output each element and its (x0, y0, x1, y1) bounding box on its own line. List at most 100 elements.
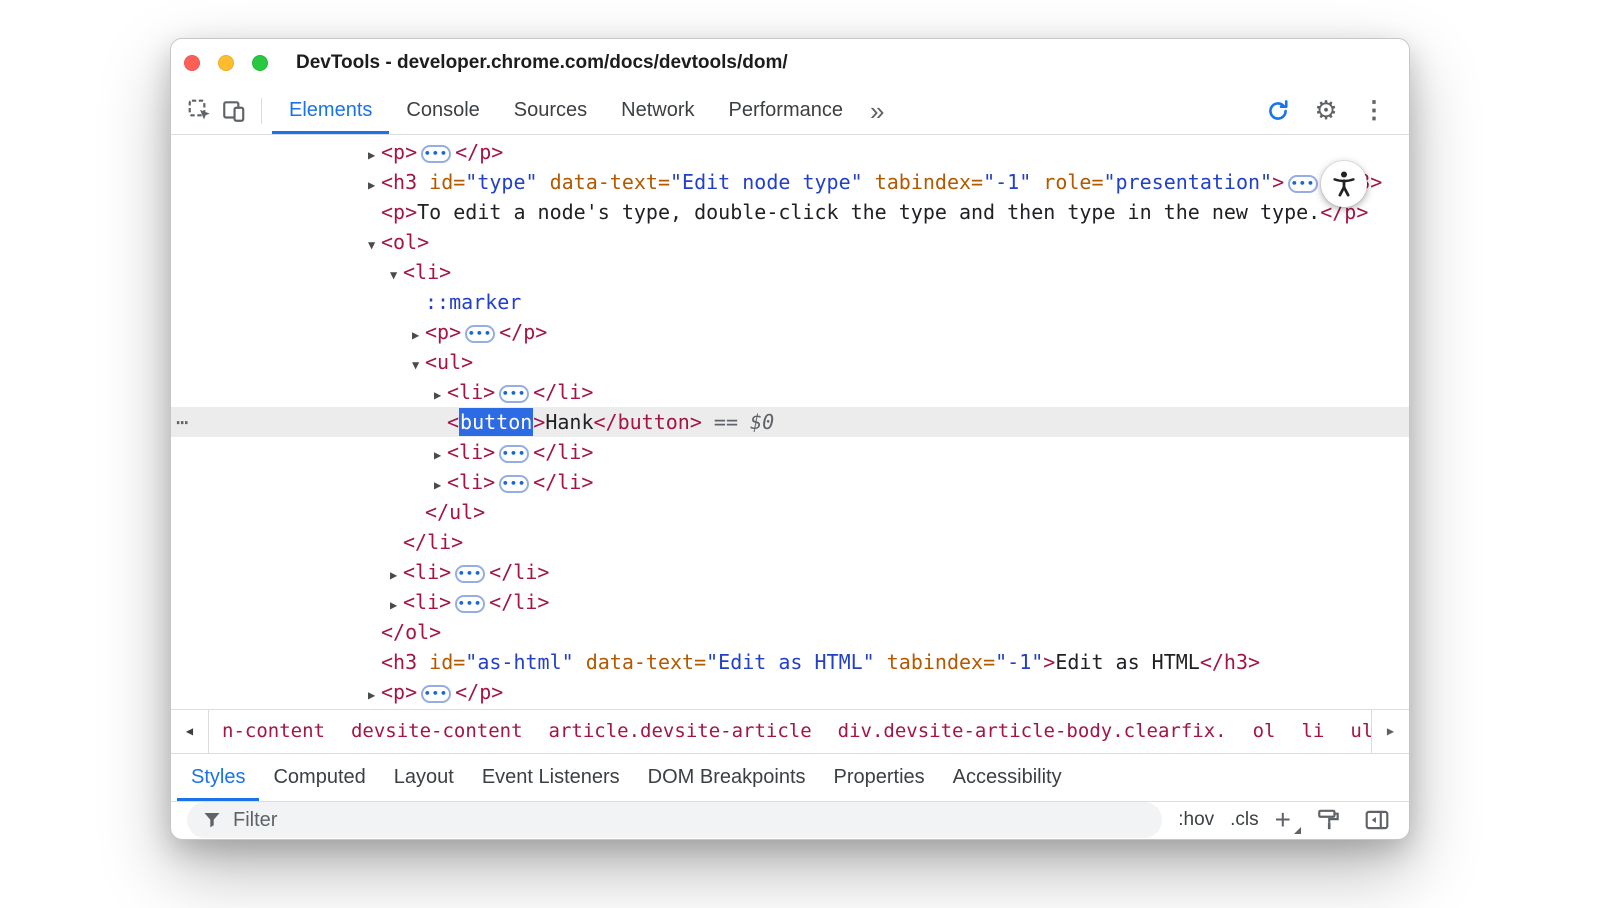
tree-row[interactable]: ▶<p>•••</p> (171, 137, 1409, 167)
collapse-arrow-icon[interactable]: ▼ (412, 350, 425, 380)
breadcrumb-item[interactable]: div.devsite-article-body.clearfix. (825, 710, 1240, 753)
breadcrumb-item[interactable]: article.devsite-article (536, 710, 825, 753)
expand-arrow-icon[interactable]: ▶ (390, 590, 403, 620)
new-style-rule-button[interactable]: + (1275, 806, 1297, 834)
tree-row-content: ▶<p>•••</p> (171, 317, 1409, 350)
code-text: Hank (545, 410, 593, 434)
code-tag: > (1043, 650, 1055, 674)
tree-row-content: ▶<li>•••</li> (171, 437, 1409, 470)
inline-expand-button[interactable]: ••• (1288, 175, 1318, 193)
tab-accessibility[interactable]: Accessibility (939, 754, 1076, 801)
tree-row-content: </li> (171, 527, 1409, 557)
settings-gear-icon[interactable]: ⚙ (1309, 94, 1343, 128)
expand-arrow-icon[interactable]: ▶ (368, 140, 381, 170)
dom-tree: ▶<p>•••</p>▶<h3 id="type" data-text="Edi… (171, 135, 1409, 709)
inline-expand-button[interactable]: ••• (499, 445, 529, 463)
window-title: DevTools - developer.chrome.com/docs/dev… (296, 52, 788, 74)
expand-arrow-icon[interactable]: ▶ (434, 470, 447, 500)
tree-row-content: ▶<li>•••</li> (171, 377, 1409, 410)
panel-tabs: ElementsConsoleSourcesNetworkPerformance (272, 87, 860, 134)
collapse-arrow-icon[interactable]: ▼ (368, 230, 381, 260)
breadcrumb-item[interactable]: ul (1337, 710, 1371, 753)
breadcrumb-item[interactable]: li (1288, 710, 1337, 753)
reload-icon[interactable] (1261, 94, 1295, 128)
breadcrumb-item[interactable]: n-content (209, 710, 338, 753)
tree-row[interactable]: ▼<li> (171, 257, 1409, 287)
tree-row-content: <p>To edit a node's type, double-click t… (171, 197, 1409, 227)
tab-console[interactable]: Console (389, 87, 496, 134)
more-options-icon[interactable]: ⋮ (1357, 94, 1391, 128)
tab-elements[interactable]: Elements (272, 87, 389, 134)
tree-row[interactable]: ▶<li>•••</li> (171, 437, 1409, 467)
inline-expand-button[interactable]: ••• (465, 325, 495, 343)
tree-row[interactable]: ::marker (171, 287, 1409, 317)
code-tag: <li> (447, 470, 495, 494)
tree-row[interactable]: ▶<li>•••</li> (171, 467, 1409, 497)
code-tag: <h3 (381, 170, 417, 194)
code-tag: </p> (499, 320, 547, 344)
tree-row[interactable]: ▶<li>•••</li> (171, 377, 1409, 407)
page-background: DevTools - developer.chrome.com/docs/dev… (0, 0, 1600, 908)
breadcrumb-item[interactable]: ol (1240, 710, 1289, 753)
code-attr: role= (1031, 170, 1103, 194)
code-text: Edit as HTML (1055, 650, 1200, 674)
inline-expand-button[interactable]: ••• (455, 595, 485, 613)
crumb-scroll-left-icon[interactable]: ◀ (171, 710, 209, 753)
code-val: "-1" (983, 170, 1031, 194)
code-text: To edit a node's type, double-click the … (417, 200, 1320, 224)
tree-row[interactable]: <h3 id="as-html" data-text="Edit as HTML… (171, 647, 1409, 677)
expand-arrow-icon[interactable]: ▶ (434, 440, 447, 470)
code-val: "presentation" (1104, 170, 1273, 194)
inspect-icon[interactable] (183, 94, 217, 128)
tree-row[interactable]: </ul> (171, 497, 1409, 527)
crumb-scroll-right-icon[interactable]: ▶ (1371, 710, 1409, 753)
collapse-arrow-icon[interactable]: ▼ (390, 260, 403, 290)
tree-row[interactable]: ⋯<button>Hank</button> == $0 (171, 407, 1409, 437)
tree-row[interactable]: ▶<h3 id="type" data-text="Edit node type… (171, 167, 1409, 197)
inline-expand-button[interactable]: ••• (421, 685, 451, 703)
inline-expand-button[interactable]: ••• (499, 475, 529, 493)
tree-row[interactable]: ▶<p>•••</p> (171, 317, 1409, 347)
tab-performance[interactable]: Performance (712, 87, 861, 134)
tab-styles[interactable]: Styles (177, 754, 259, 801)
tree-row[interactable]: ▶<p>•••</p> (171, 677, 1409, 707)
tab-dom-breakpoints[interactable]: DOM Breakpoints (634, 754, 820, 801)
inline-expand-button[interactable]: ••• (455, 565, 485, 583)
zoom-button[interactable] (252, 55, 268, 71)
expand-arrow-icon[interactable]: ▶ (390, 560, 403, 590)
expand-arrow-icon[interactable]: ▶ (368, 680, 381, 709)
brush-icon[interactable] (1313, 804, 1345, 836)
code-tag: <p> (381, 680, 417, 704)
tree-row[interactable]: ▶<li>•••</li> (171, 557, 1409, 587)
tab-sources[interactable]: Sources (497, 87, 604, 134)
row-overflow-dots[interactable]: ⋯ (176, 407, 188, 437)
element-classes-button[interactable]: .cls (1230, 809, 1259, 831)
toggle-sidebar-icon[interactable] (1361, 804, 1393, 836)
expand-arrow-icon[interactable]: ▶ (368, 170, 381, 200)
tree-row[interactable]: ▶<li>•••</li> (171, 587, 1409, 617)
minimize-button[interactable] (218, 55, 234, 71)
tree-row[interactable]: ▼<ul> (171, 347, 1409, 377)
tree-row[interactable]: </ol> (171, 617, 1409, 647)
expand-arrow-icon[interactable]: ▶ (434, 380, 447, 410)
code-attr: id= (417, 170, 465, 194)
tab-layout[interactable]: Layout (380, 754, 468, 801)
more-tabs-icon[interactable]: » (860, 98, 894, 124)
tree-row[interactable]: </li> (171, 527, 1409, 557)
tab-properties[interactable]: Properties (820, 754, 939, 801)
tab-event-listeners[interactable]: Event Listeners (468, 754, 634, 801)
tab-computed[interactable]: Computed (259, 754, 379, 801)
styles-toolbar: :hov .cls + (171, 802, 1409, 840)
inline-expand-button[interactable]: ••• (421, 145, 451, 163)
close-button[interactable] (184, 55, 200, 71)
tree-row-content: ▼<li> (171, 257, 1409, 290)
expand-arrow-icon[interactable]: ▶ (412, 320, 425, 350)
tab-network[interactable]: Network (604, 87, 711, 134)
filter-input[interactable] (187, 802, 1162, 838)
device-toolbar-icon[interactable] (217, 94, 251, 128)
toggle-element-state-button[interactable]: :hov (1178, 809, 1214, 831)
inline-expand-button[interactable]: ••• (499, 385, 529, 403)
tree-row[interactable]: ▼<ol> (171, 227, 1409, 257)
breadcrumb-item[interactable]: devsite-content (338, 710, 536, 753)
tree-row[interactable]: <p>To edit a node's type, double-click t… (171, 197, 1409, 227)
